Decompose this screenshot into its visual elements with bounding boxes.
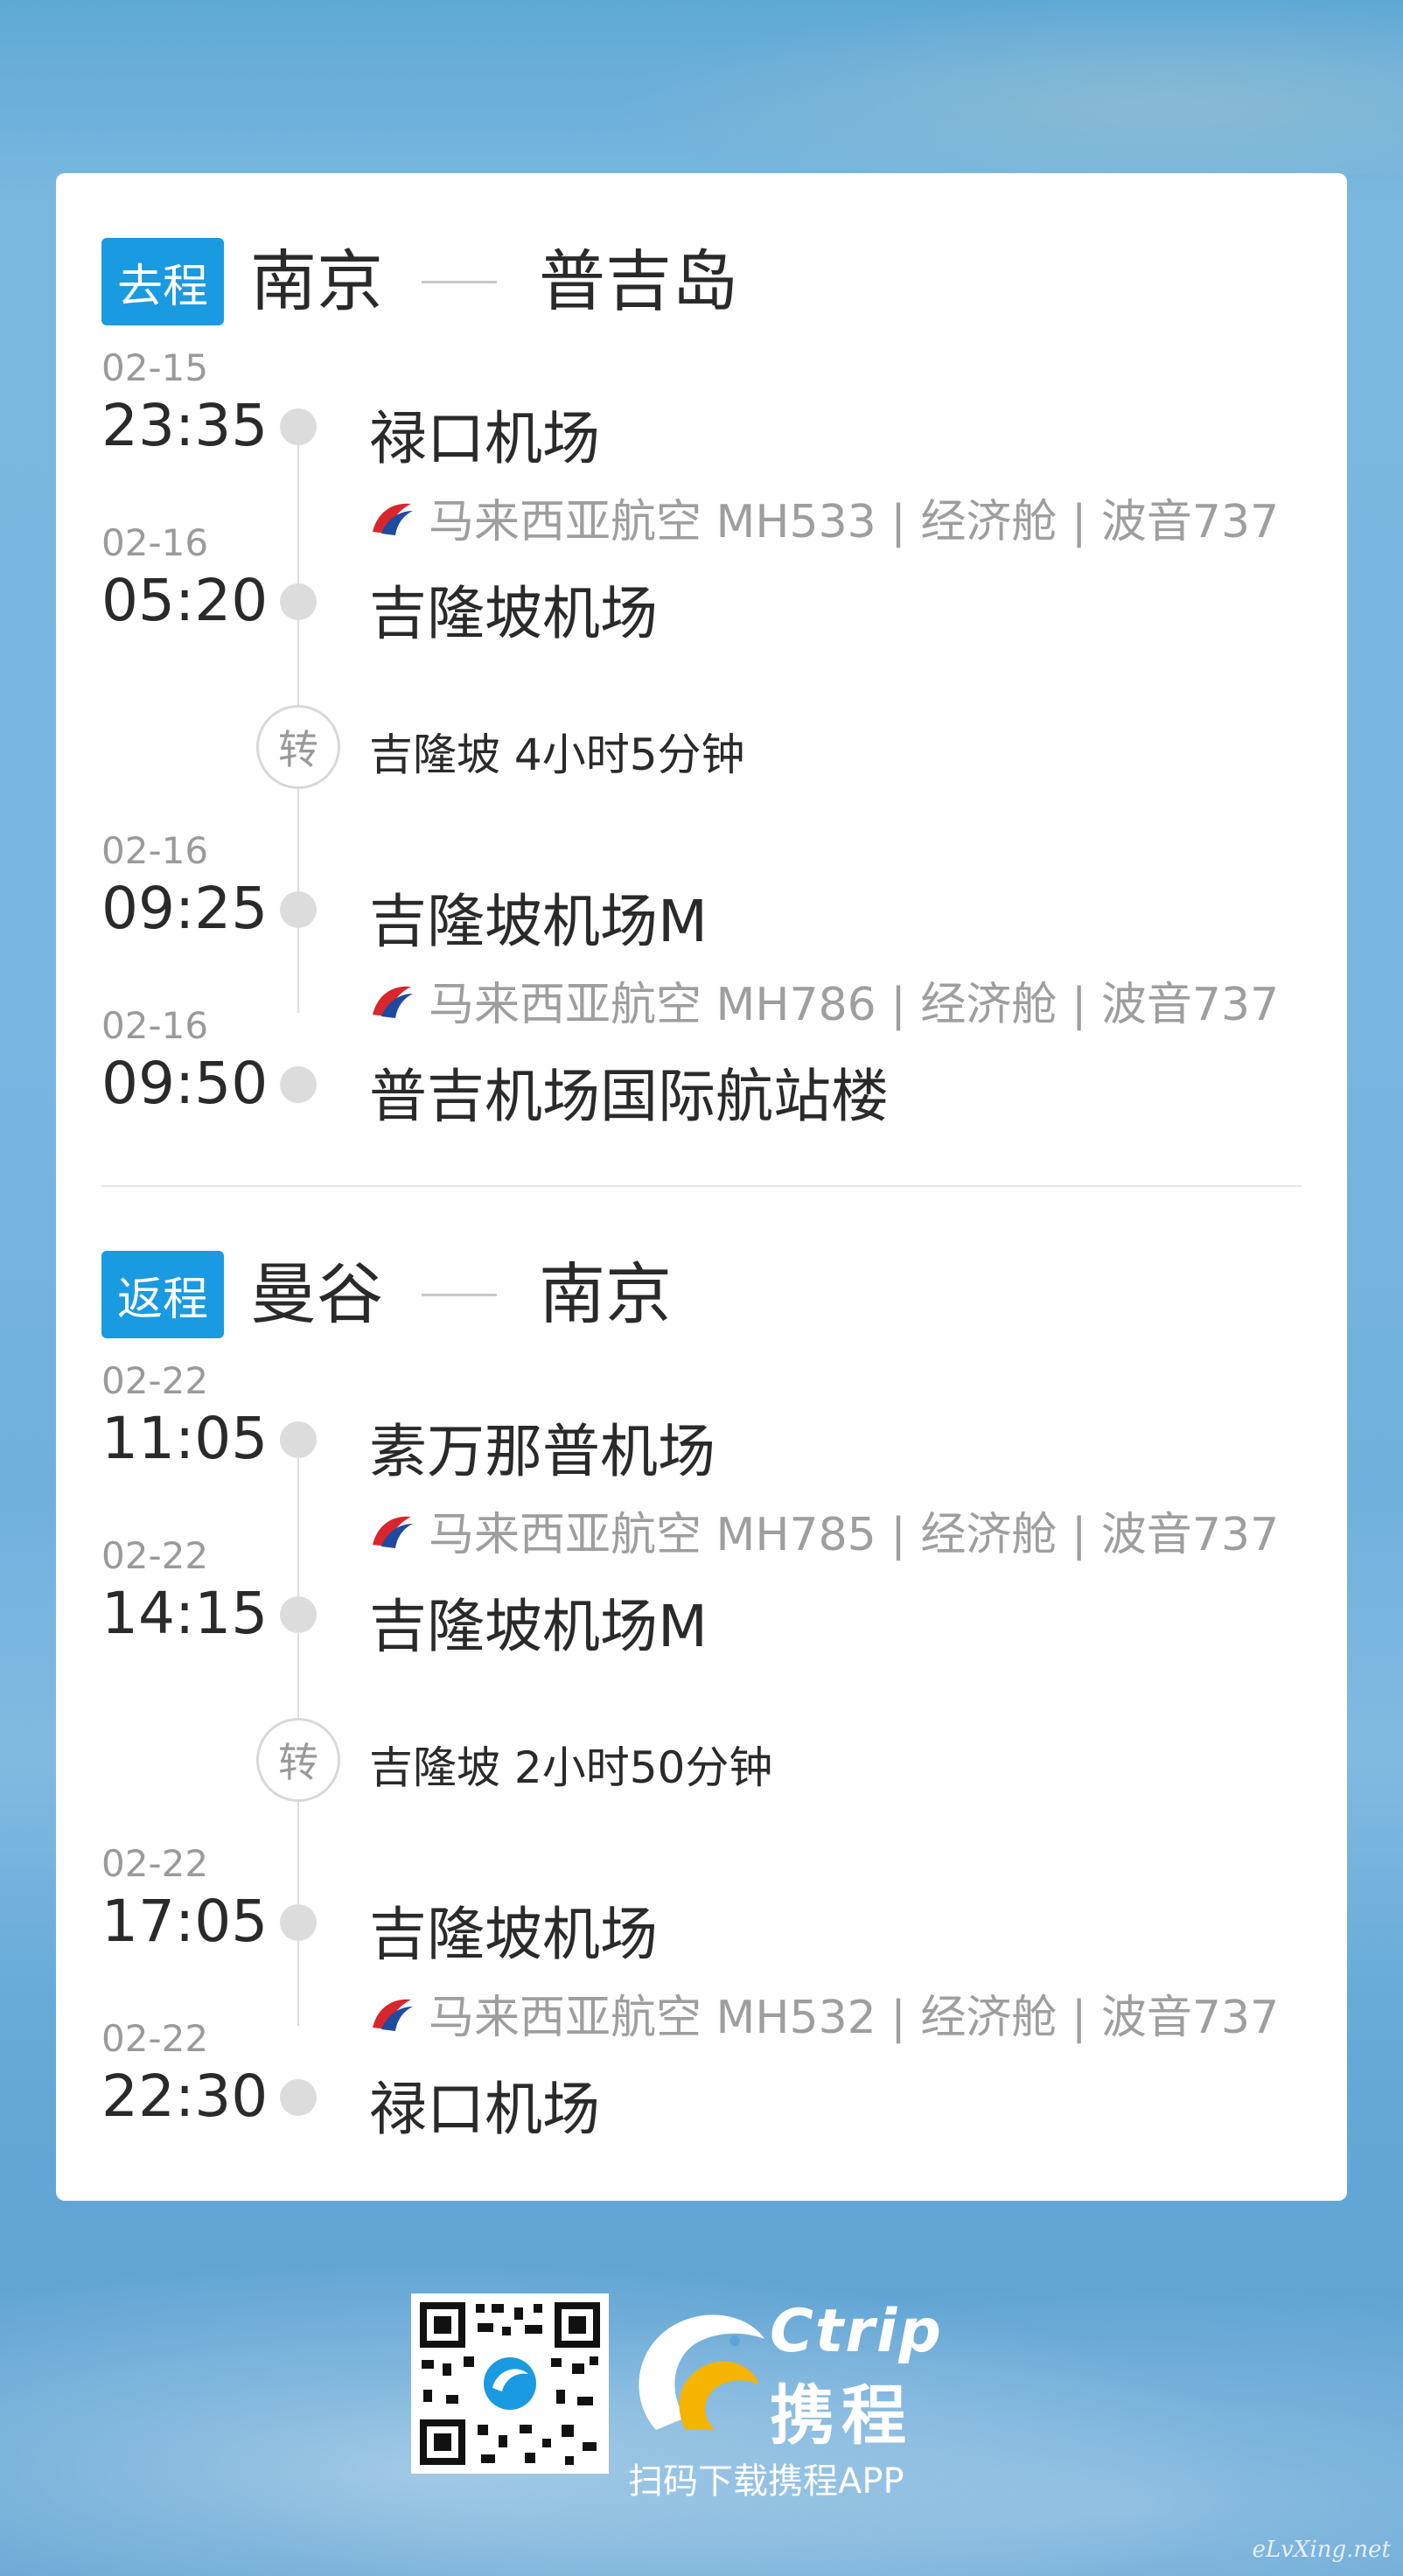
departure-date: 02-16	[101, 829, 209, 872]
malaysia-airlines-logo-icon	[369, 498, 415, 538]
dolphin-logo-icon	[630, 2299, 770, 2447]
timeline-dot	[280, 1066, 317, 1103]
brand-name: Ctrip	[770, 2297, 943, 2366]
return-to-city: 南京	[539, 1255, 672, 1333]
departure-time: 11:05	[101, 1405, 269, 1472]
timeline-dot	[280, 1596, 317, 1633]
arrival-date: 02-22	[101, 1534, 209, 1577]
app-download-footer: Ctrip 携程 扫码下载携程APP	[411, 2290, 1006, 2502]
flight-info-text: 马来西亚航空 MH785 | 经济舱 | 波音737	[429, 1509, 1280, 1561]
background-hill	[612, 0, 1403, 175]
arrival-airport: 禄口机场	[369, 2076, 600, 2143]
section-divider	[101, 1185, 1302, 1187]
arrival-airport: 吉隆坡机场	[369, 580, 658, 647]
departure-airport: 素万那普机场	[369, 1418, 715, 1485]
ctrip-brand: Ctrip 携程 扫码下载携程APP	[628, 2290, 1006, 2502]
malaysia-airlines-logo-icon	[369, 1993, 415, 2034]
arrival-time: 09:50	[101, 1050, 269, 1117]
outbound-header: 去程 南京 普吉岛	[101, 238, 738, 325]
timeline-dot	[280, 583, 317, 620]
arrival-time: 05:20	[101, 567, 269, 634]
flight-info: 马来西亚航空 MH785 | 经济舱 | 波音737	[369, 1497, 1279, 1563]
return-badge: 返程	[101, 1251, 224, 1338]
departure-airport: 吉隆坡机场M	[369, 888, 708, 955]
arrival-date: 02-16	[101, 1004, 209, 1047]
arrival-time: 22:30	[101, 2063, 269, 2130]
transfer-icon: 转	[256, 705, 340, 789]
flight-info: 马来西亚航空 MH786 | 经济舱 | 波音737	[369, 967, 1279, 1033]
outbound-from-city: 南京	[250, 242, 383, 320]
return-from-city: 曼谷	[250, 1255, 383, 1333]
flight-info: 马来西亚航空 MH533 | 经济舱 | 波音737	[369, 485, 1279, 550]
departure-airport: 吉隆坡机场	[369, 1901, 658, 1968]
route-dash	[422, 1293, 497, 1296]
timeline-dot	[280, 2079, 317, 2116]
timeline-dot	[280, 408, 317, 445]
transfer-info: 吉隆坡 4小时5分钟	[369, 730, 745, 780]
flight-info-text: 马来西亚航空 MH533 | 经济舱 | 波音737	[429, 496, 1280, 548]
timeline-dot	[280, 1904, 317, 1941]
departure-date: 02-15	[101, 346, 209, 389]
qr-code-icon[interactable]	[411, 2293, 609, 2474]
transfer-info: 吉隆坡 2小时50分钟	[369, 1742, 773, 1793]
return-header: 返程 曼谷 南京	[101, 1251, 672, 1338]
departure-airport: 禄口机场	[369, 405, 600, 472]
arrival-airport: 吉隆坡机场M	[369, 1593, 708, 1660]
itinerary-card: 去程 南京 普吉岛 02-15 23:35 禄口机场 马来西亚航空 MH533 …	[56, 173, 1347, 2201]
outbound-to-city: 普吉岛	[539, 242, 738, 320]
flight-info-text: 马来西亚航空 MH786 | 经济舱 | 波音737	[429, 979, 1280, 1031]
departure-time: 23:35	[101, 392, 269, 459]
departure-time: 09:25	[101, 875, 269, 942]
arrival-airport: 普吉机场国际航站楼	[369, 1063, 889, 1130]
arrival-time: 14:15	[101, 1580, 269, 1647]
watermark: eLvXing.net	[1252, 2537, 1391, 2563]
departure-time: 17:05	[101, 1888, 269, 1955]
timeline-dot	[280, 1421, 317, 1458]
arrival-date: 02-16	[101, 521, 209, 564]
malaysia-airlines-logo-icon	[369, 1511, 415, 1551]
departure-date: 02-22	[101, 1359, 209, 1402]
route-dash	[422, 280, 497, 283]
transfer-icon: 转	[256, 1718, 340, 1802]
download-tagline: 扫码下载携程APP	[628, 2461, 904, 2502]
arrival-date: 02-22	[101, 2017, 209, 2060]
timeline-dot	[280, 891, 317, 928]
departure-date: 02-22	[101, 1842, 209, 1885]
outbound-badge: 去程	[101, 238, 224, 325]
brand-name-chinese: 携程	[770, 2378, 913, 2454]
flight-info: 马来西亚航空 MH532 | 经济舱 | 波音737	[369, 1980, 1279, 2046]
flight-info-text: 马来西亚航空 MH532 | 经济舱 | 波音737	[429, 1992, 1280, 2044]
malaysia-airlines-logo-icon	[369, 981, 415, 1021]
